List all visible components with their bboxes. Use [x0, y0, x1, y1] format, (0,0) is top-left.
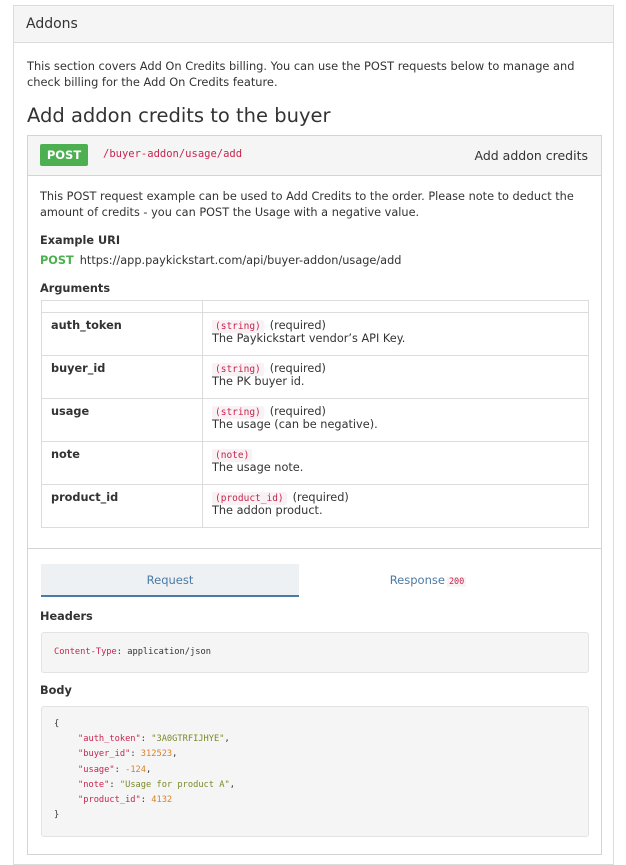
- table-row: auth_token (string) (required) The Paykic…: [41, 312, 589, 356]
- endpoint-card-header[interactable]: POST /buyer-addon/usage/add Add addon cr…: [28, 136, 601, 176]
- endpoint-heading: Add addon credits to the buyer: [27, 104, 331, 127]
- tab-request[interactable]: Request: [41, 564, 299, 597]
- body-open-brace: {: [54, 719, 60, 729]
- arguments-label: Arguments: [40, 282, 111, 295]
- arg-required: (required): [269, 319, 326, 332]
- arg-name: note: [41, 441, 203, 485]
- uri-value: https://app.paykickstart.com/api/buyer-a…: [79, 254, 402, 267]
- response-status-code: 200: [446, 577, 467, 587]
- arg-detail: (product_id) (required) The addon product…: [202, 484, 589, 528]
- body-close-brace: }: [54, 810, 60, 821]
- arg-name: buyer_id: [41, 355, 203, 399]
- tab-response[interactable]: Response 200: [299, 564, 557, 597]
- arg-desc: The addon product.: [212, 504, 323, 517]
- headers-label: Headers: [40, 610, 93, 623]
- arg-desc: The usage note.: [212, 461, 304, 474]
- header-value: application/json: [127, 647, 211, 657]
- arg-required: (required): [269, 362, 326, 375]
- table-row: buyer_id (string) (required) The PK buyer…: [41, 355, 589, 399]
- arg-name: product_id: [41, 484, 203, 528]
- arg-required: (required): [292, 491, 349, 504]
- body-line: "buyer_id": 312523,: [78, 749, 178, 760]
- headers-code-block: Content-Type: application/json: [41, 632, 589, 673]
- arguments-table: auth_token (string) (required) The Paykic…: [41, 300, 589, 528]
- body-code-block: { "auth_token": "3A0GTRFIJHYE", "buyer_i…: [41, 706, 589, 837]
- arg-detail: (string) (required) The Paykickstart vend…: [202, 312, 589, 356]
- tab-response-label: Response: [389, 573, 445, 587]
- arg-detail: (note) The usage note.: [202, 441, 589, 485]
- endpoint-title: Add addon credits: [474, 148, 589, 163]
- body-line: "auth_token": "3A0GTRFIJHYE",: [78, 734, 230, 745]
- section-title: Addons: [14, 6, 613, 43]
- arg-detail: (string) (required) The usage (can be neg…: [202, 398, 589, 442]
- arg-required: (required): [269, 405, 326, 418]
- table-row: usage (string) (required) The usage (can …: [41, 398, 589, 442]
- endpoint-path: /buyer-addon/usage/add: [103, 148, 243, 160]
- arg-detail: (string) (required) The PK buyer id.: [202, 355, 589, 399]
- addons-section: Addons This section covers Add On Credit…: [13, 5, 614, 865]
- body-line: "product_id": 4132: [78, 795, 173, 806]
- endpoint-card: POST /buyer-addon/usage/add Add addon cr…: [27, 135, 602, 855]
- example-uri-label: Example URI: [40, 234, 121, 247]
- header-key: Content-Type: [54, 647, 117, 657]
- endpoint-description: This POST request example can be used to…: [40, 190, 574, 219]
- table-row: product_id (product_id) (required) The ad…: [41, 484, 589, 528]
- table-row: note (note) The usage note.: [41, 441, 589, 485]
- arg-name: usage: [41, 398, 203, 442]
- body-line: "usage": -124,: [78, 764, 152, 775]
- example-uri: POST https://app.paykickstart.com/api/buy…: [40, 254, 401, 267]
- arg-name: auth_token: [41, 312, 203, 356]
- section-divider: [28, 548, 601, 549]
- body-label: Body: [40, 684, 72, 697]
- arg-desc: The PK buyer id.: [212, 375, 305, 388]
- arg-desc: The usage (can be negative).: [212, 418, 378, 431]
- arg-desc: The Paykickstart vendor’s API Key.: [212, 332, 406, 345]
- body-line: "note": "Usage for product A",: [78, 779, 235, 790]
- uri-method: POST: [40, 254, 74, 267]
- section-intro: This section covers Add On Credits billi…: [27, 59, 575, 89]
- method-badge: POST: [40, 144, 88, 166]
